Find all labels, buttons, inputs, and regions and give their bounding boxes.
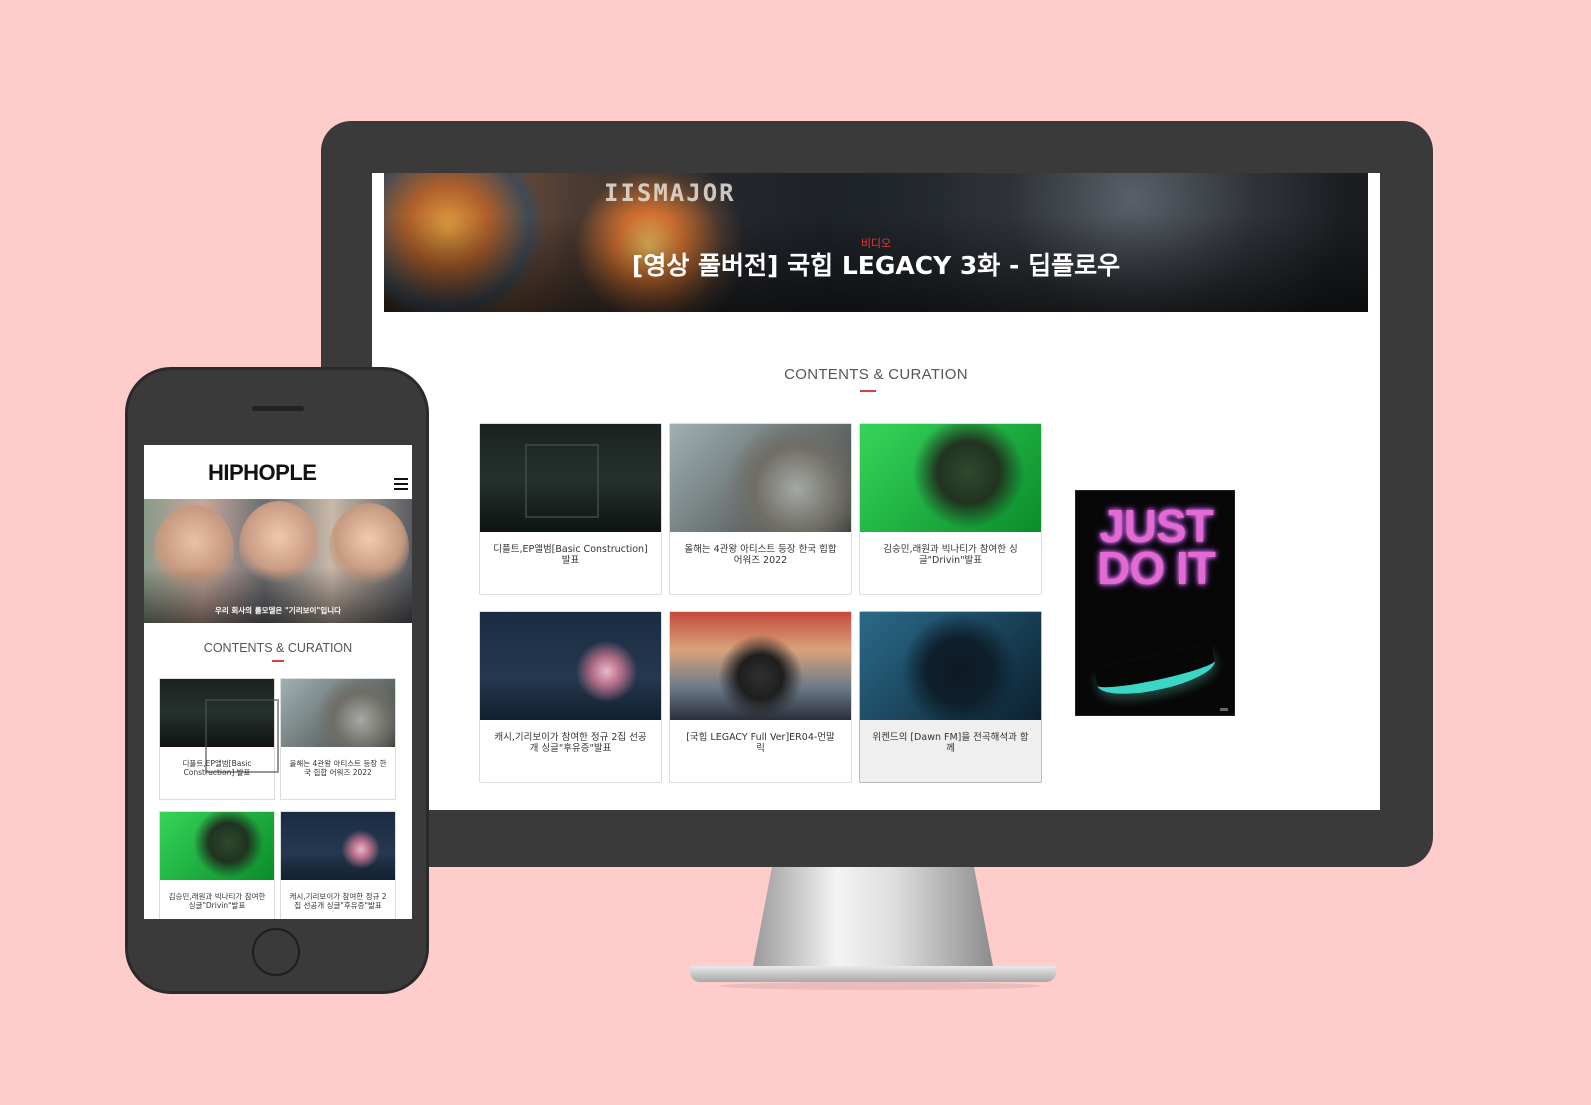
mobile-hero-banner[interactable]: 우리 회사의 롤모델은 "기리보이"입니다 bbox=[144, 499, 412, 623]
mobile-content-card[interactable]: 김승민,래원과 빅나티가 참여한 싱글"Drivin"발표 bbox=[159, 811, 275, 919]
home-button[interactable] bbox=[252, 928, 300, 976]
card-thumbnail[interactable] bbox=[480, 612, 661, 720]
monitor-stand-neck bbox=[753, 866, 993, 966]
hamburger-menu-icon[interactable] bbox=[394, 478, 408, 490]
content-card[interactable]: 올해는 4관왕 아티스트 등장 한국 힙합 어워즈 2022 bbox=[669, 423, 852, 595]
phone-speaker bbox=[252, 406, 304, 411]
card-thumbnail[interactable] bbox=[160, 812, 274, 880]
content-card[interactable]: 캐시,기리보이가 참여한 정규 2집 선공개 싱글"후유증"발표 bbox=[479, 611, 662, 783]
card-thumbnail[interactable] bbox=[281, 812, 395, 880]
site-logo[interactable]: HIPHOPLE bbox=[208, 460, 317, 486]
content-card[interactable]: [국힙 LEGACY Full Ver]ER04-먼말릭 bbox=[669, 611, 852, 783]
nike-swoosh-icon bbox=[1093, 643, 1219, 703]
mobile-content-card[interactable]: 디플트,EP앨범[Basic Construction] 발표 bbox=[159, 678, 279, 800]
mobile-screen: HIPHOPLE 우리 회사의 롤모델은 "기리보이"입니다 CONTENTS … bbox=[144, 445, 412, 919]
card-thumbnail[interactable] bbox=[480, 424, 661, 532]
mobile-content-card[interactable]: 캐시,기리보이가 참여한 정규 2집 선공개 싱글"후유증"발표 bbox=[280, 811, 396, 919]
section-underline bbox=[272, 660, 284, 662]
card-caption[interactable]: 김승민,래원과 빅나티가 참여한 싱글"Drivin"발표 bbox=[872, 544, 1029, 566]
card-caption[interactable]: 김승민,래원과 빅나티가 참여한 싱글"Drivin"발표 bbox=[166, 892, 268, 910]
monitor-shadow bbox=[720, 982, 1040, 990]
mobile-section-title: CONTENTS & CURATION bbox=[203, 641, 353, 655]
card-caption[interactable]: 올해는 4관왕 아티스트 등장 한국 힙합 어워즈 2022 bbox=[287, 759, 389, 777]
hero-banner[interactable]: IISMAJOR 비디오 [영상 풀버전] 국힙 LEGACY 3화 - 딥플로… bbox=[384, 173, 1368, 312]
desktop-monitor: IISMAJOR 비디오 [영상 풀버전] 국힙 LEGACY 3화 - 딥플로… bbox=[321, 121, 1433, 867]
hero-title[interactable]: [영상 풀버전] 국힙 LEGACY 3화 - 딥플로우 bbox=[384, 246, 1368, 282]
desktop-screen: IISMAJOR 비디오 [영상 풀버전] 국힙 LEGACY 3화 - 딥플로… bbox=[372, 173, 1380, 810]
card-thumbnail[interactable] bbox=[860, 612, 1041, 720]
mobile-phone: HIPHOPLE 우리 회사의 롤모델은 "기리보이"입니다 CONTENTS … bbox=[125, 367, 429, 994]
card-thumbnail[interactable] bbox=[281, 679, 395, 747]
card-caption[interactable]: 캐시,기리보이가 참여한 정규 2집 선공개 싱글"후유증"발표 bbox=[287, 892, 389, 910]
card-caption[interactable]: 위켄드의 [Dawn FM]을 전곡해석과 함께 bbox=[872, 732, 1029, 754]
card-caption[interactable]: [국힙 LEGACY Full Ver]ER04-먼말릭 bbox=[682, 732, 839, 754]
card-caption[interactable]: 올해는 4관왕 아티스트 등장 한국 힙합 어워즈 2022 bbox=[682, 544, 839, 566]
card-caption[interactable]: 캐시,기리보이가 참여한 정규 2집 선공개 싱글"후유증"발표 bbox=[492, 732, 649, 754]
section-underline bbox=[860, 390, 876, 392]
ad-slogan: JUST DO IT bbox=[1097, 500, 1216, 594]
section-title: CONTENTS & CURATION bbox=[784, 366, 968, 383]
card-thumbnail[interactable] bbox=[670, 612, 851, 720]
content-card[interactable]: 김승민,래원과 빅나티가 참여한 싱글"Drivin"발표 bbox=[859, 423, 1042, 595]
monitor-stand-base bbox=[690, 966, 1056, 982]
card-caption[interactable]: 디플트,EP앨범[Basic Construction] 발표 bbox=[492, 544, 649, 566]
content-card-hovered[interactable]: 위켄드의 [Dawn FM]을 전곡해석과 함께 bbox=[859, 611, 1042, 783]
hero-brand-text: IISMAJOR bbox=[604, 179, 736, 207]
content-card[interactable]: 디플트,EP앨범[Basic Construction] 발표 bbox=[479, 423, 662, 595]
card-caption[interactable]: 디플트,EP앨범[Basic Construction] 발표 bbox=[166, 759, 268, 777]
card-thumbnail[interactable] bbox=[670, 424, 851, 532]
card-thumbnail[interactable] bbox=[160, 679, 279, 773]
mobile-hero-caption[interactable]: 우리 회사의 롤모델은 "기리보이"입니다 bbox=[144, 605, 412, 616]
mobile-content-card[interactable]: 올해는 4관왕 아티스트 등장 한국 힙합 어워즈 2022 bbox=[280, 678, 396, 800]
nike-mini-logo-icon bbox=[1220, 708, 1228, 711]
nike-ad-banner[interactable]: JUST DO IT bbox=[1075, 490, 1235, 716]
card-thumbnail[interactable] bbox=[860, 424, 1041, 532]
